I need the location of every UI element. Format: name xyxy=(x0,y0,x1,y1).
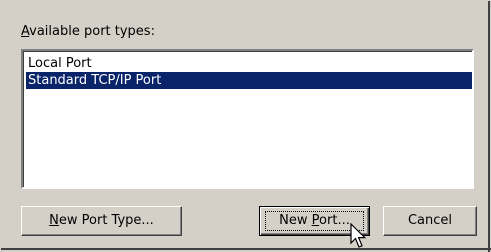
list-item-standard-tcpip-port[interactable]: Standard TCP/IP Port xyxy=(26,72,472,89)
button-label: Cancel xyxy=(407,213,453,228)
frame-shadow-bottom xyxy=(1,248,491,250)
frame-shadow-right xyxy=(488,1,490,252)
new-port-type-button[interactable]: New Port Type... xyxy=(21,206,182,236)
cancel-button[interactable]: Cancel xyxy=(383,206,477,236)
button-accelerator: N xyxy=(49,213,59,228)
button-accelerator: P xyxy=(311,213,320,228)
list-item-label: Standard TCP/IP Port xyxy=(28,73,162,88)
label-text: vailable port types: xyxy=(29,24,155,39)
port-types-listbox[interactable]: Local Port Standard TCP/IP Port xyxy=(21,49,474,189)
list-item-local-port[interactable]: Local Port xyxy=(26,55,472,72)
button-label-rest: ort... xyxy=(319,213,350,228)
button-label: ew Port Type... xyxy=(58,213,154,228)
label-accelerator: A xyxy=(21,24,30,39)
list-item-label: Local Port xyxy=(28,56,92,71)
button-label-wrap: New Port... xyxy=(279,213,350,228)
available-port-types-label: Available port types: xyxy=(21,24,155,40)
button-label-pre: New xyxy=(279,213,312,228)
mouse-pointer-icon xyxy=(350,223,367,248)
port-type-dialog: Available port types: Local Port Standar… xyxy=(0,0,491,252)
